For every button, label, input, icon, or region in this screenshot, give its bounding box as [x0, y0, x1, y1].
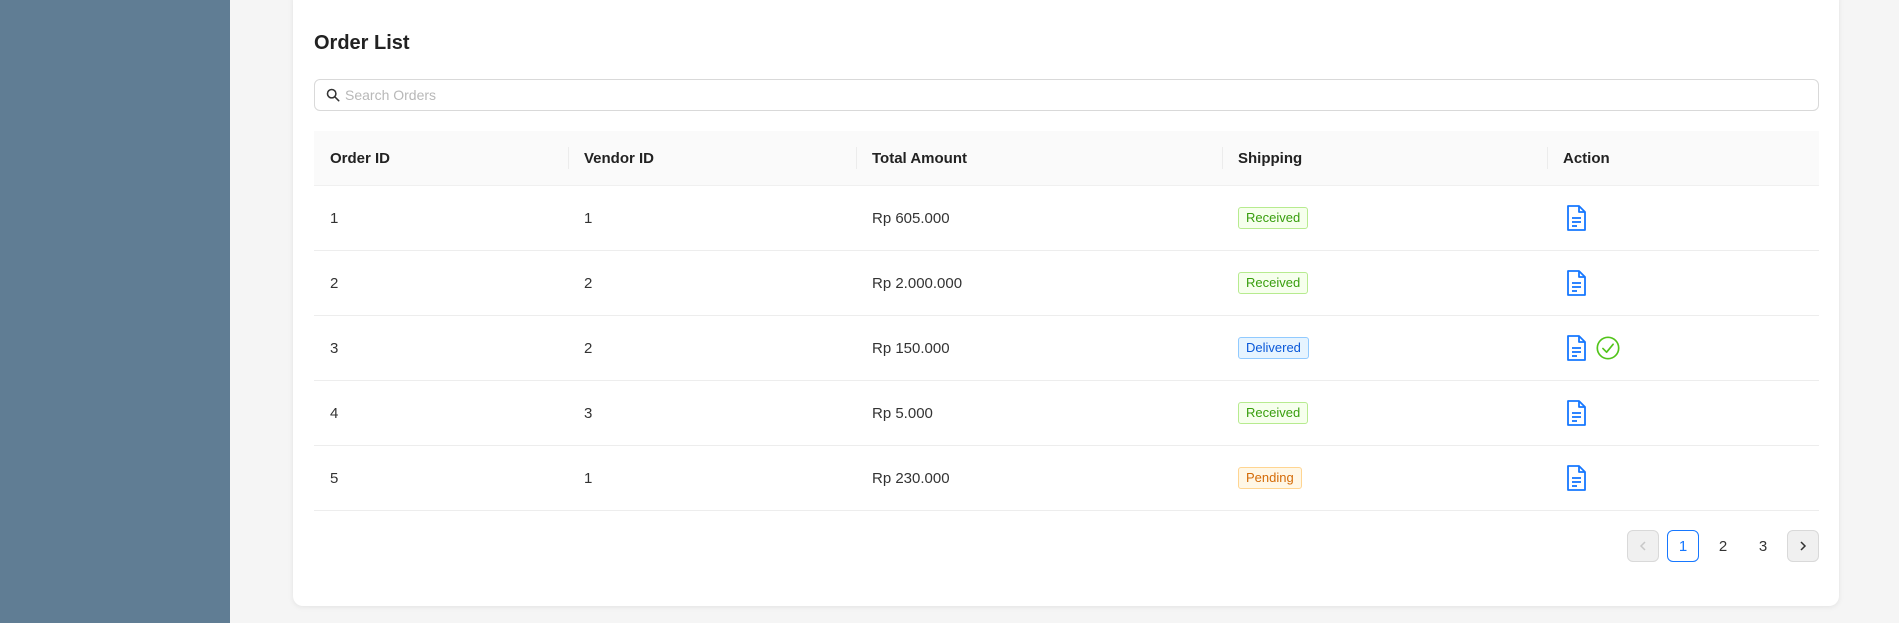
search-icon: [326, 88, 340, 102]
cell-total-amount: Rp 5.000: [872, 404, 933, 422]
document-icon[interactable]: [1563, 464, 1589, 492]
search-box[interactable]: [314, 79, 1819, 111]
cell-action: [1547, 464, 1819, 492]
shipping-status-badge: Pending: [1238, 467, 1302, 489]
document-icon[interactable]: [1563, 399, 1589, 427]
header-shipping: Shipping: [1222, 131, 1547, 185]
cell-action: [1547, 269, 1819, 297]
document-icon[interactable]: [1563, 204, 1589, 232]
cell-order-id: 2: [330, 274, 339, 292]
table-row: 1 1 Rp 605.000 Received: [314, 186, 1819, 251]
cell-total-amount: Rp 230.000: [872, 469, 950, 487]
table-row: 5 1 Rp 230.000 Pending: [314, 446, 1819, 511]
header-vendor-id: Vendor ID: [568, 131, 856, 185]
cell-shipping: Delivered: [1222, 337, 1547, 359]
document-icon[interactable]: [1563, 269, 1589, 297]
cell-action: [1547, 204, 1819, 232]
cell-order-id: 4: [330, 404, 339, 422]
search-input[interactable]: [345, 87, 1745, 103]
table-row: 3 2 Rp 150.000 Delivered: [314, 316, 1819, 381]
pagination-prev-button[interactable]: [1627, 530, 1659, 562]
document-icon[interactable]: [1563, 334, 1589, 362]
header-total-amount: Total Amount: [856, 131, 1222, 185]
cell-total-amount: Rp 2.000.000: [872, 274, 963, 292]
cell-order-id: 3: [330, 339, 339, 357]
cell-total-amount: Rp 150.000: [872, 339, 950, 357]
shipping-status-badge: Received: [1238, 272, 1309, 294]
cell-shipping: Received: [1222, 272, 1547, 294]
table-row: 4 3 Rp 5.000 Received: [314, 381, 1819, 446]
page-title: Order List: [314, 32, 410, 54]
cell-total-amount: Rp 605.000: [872, 209, 950, 227]
chevron-right-icon: [1800, 541, 1807, 551]
cell-shipping: Received: [1222, 207, 1547, 229]
check-circle-icon[interactable]: [1595, 334, 1621, 362]
cell-shipping: Pending: [1222, 467, 1547, 489]
pagination-page-2[interactable]: 2: [1707, 530, 1739, 562]
cell-action: [1547, 399, 1819, 427]
pagination-next-button[interactable]: [1787, 530, 1819, 562]
cell-order-id: 1: [330, 209, 339, 227]
cell-vendor-id: 1: [584, 209, 593, 227]
table-body: 1 1 Rp 605.000 Received 2 2 Rp 2.000.000 Receiv…: [314, 186, 1819, 511]
shipping-status-badge: Received: [1238, 402, 1309, 424]
chevron-left-icon: [1639, 541, 1646, 551]
shipping-status-badge: Delivered: [1238, 337, 1309, 359]
shipping-status-badge: Received: [1238, 207, 1309, 229]
pagination-page-1[interactable]: 1: [1667, 530, 1699, 562]
cell-vendor-id: 2: [584, 274, 593, 292]
table-row: 2 2 Rp 2.000.000 Received: [314, 251, 1819, 316]
table-header: Order ID Vendor ID Total Amount Shipping…: [314, 131, 1819, 186]
cell-vendor-id: 1: [584, 469, 593, 487]
cell-shipping: Received: [1222, 402, 1547, 424]
orders-table: Order ID Vendor ID Total Amount Shipping…: [314, 131, 1819, 511]
cell-action: [1547, 334, 1819, 362]
cell-order-id: 5: [330, 469, 339, 487]
cell-vendor-id: 3: [584, 404, 593, 422]
header-action: Action: [1547, 131, 1819, 185]
cell-vendor-id: 2: [584, 339, 593, 357]
pagination-page-3[interactable]: 3: [1747, 530, 1779, 562]
header-order-id: Order ID: [330, 149, 391, 167]
sidebar: [0, 0, 230, 623]
